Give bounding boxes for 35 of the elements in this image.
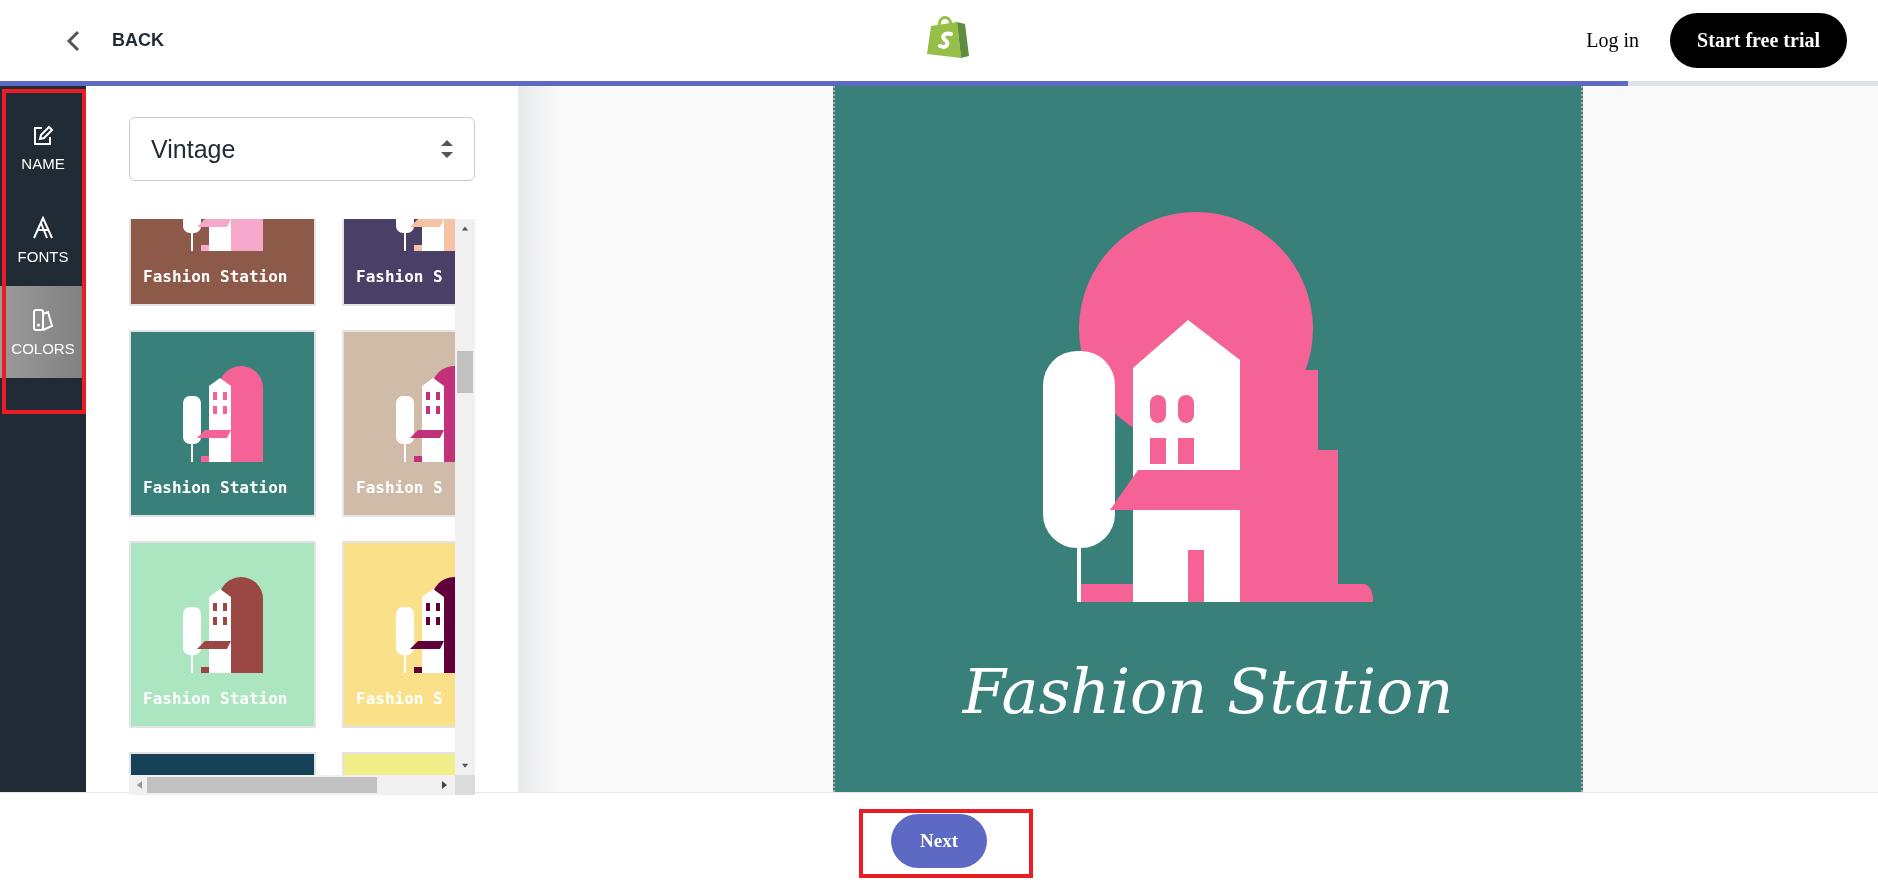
sidebar-tab[interactable]: FONTS: [0, 194, 86, 286]
style-select[interactable]: Vintage: [129, 117, 475, 181]
sidebar-tab-label: FONTS: [17, 247, 69, 265]
sort-arrows-icon: [440, 138, 454, 160]
sidebar-tab-label: COLORS: [11, 339, 75, 357]
pencil-square-icon: [32, 124, 54, 147]
login-link[interactable]: Log in: [1586, 29, 1640, 52]
font-icon: [32, 215, 54, 240]
sidebar-tab[interactable]: NAME: [0, 102, 86, 194]
horizontal-scrollbar[interactable]: [129, 775, 455, 795]
palette-tile[interactable]: Fashion Station: [129, 219, 316, 306]
tile-caption: Fashion S: [356, 267, 443, 286]
tile-caption: Fashion S: [356, 689, 443, 708]
style-select-value: Vintage: [151, 134, 236, 164]
vertical-scrollbar[interactable]: [455, 219, 475, 775]
logo-title: Fashion Station: [962, 655, 1454, 728]
scrollbar-thumb[interactable]: [457, 351, 473, 393]
tile-caption: Fashion Station: [143, 267, 288, 286]
tile-caption: Fashion Station: [143, 478, 288, 497]
tile-caption: Fashion S: [356, 478, 443, 497]
palette-tile[interactable]: Fashion S: [342, 219, 455, 306]
scroll-down-icon[interactable]: [460, 762, 470, 769]
scrollbar-thumb[interactable]: [147, 777, 377, 793]
scroll-right-icon[interactable]: [441, 780, 449, 790]
next-button[interactable]: Next: [891, 813, 987, 868]
palette-tile[interactable]: Fashion Station: [129, 330, 316, 517]
start-trial-button[interactable]: Start free trial: [1670, 13, 1847, 68]
swatch-icon: [32, 307, 54, 332]
back-link[interactable]: BACK: [112, 30, 164, 51]
tile-caption: Fashion Station: [143, 689, 288, 708]
shopping-bag-icon[interactable]: [927, 14, 969, 60]
scroll-up-icon[interactable]: [460, 225, 470, 232]
back-chevron-icon[interactable]: [66, 29, 80, 52]
scroll-left-icon[interactable]: [135, 780, 143, 790]
sidebar-tab-label: NAME: [21, 154, 65, 172]
